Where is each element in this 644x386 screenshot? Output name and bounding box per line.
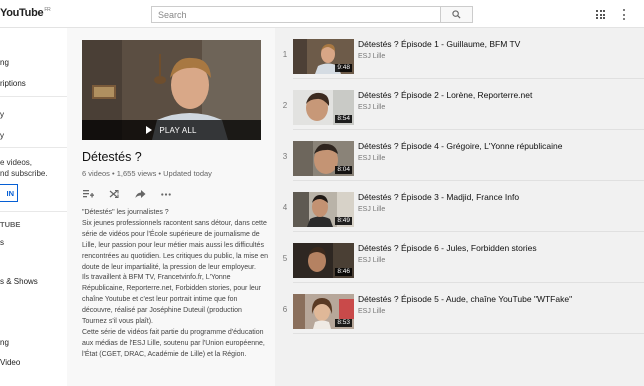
row-divider <box>293 333 644 334</box>
playlist-video-row[interactable]: 4 8:49 Détestés ? Épisode 3 - Madjid, Fr… <box>275 181 644 231</box>
logo-country: FR <box>44 7 51 14</box>
video-thumbnail[interactable]: 8:46 <box>293 243 354 278</box>
playlist-description: "Détestés" les journalistes ? Six jeunes… <box>82 208 268 361</box>
video-channel[interactable]: ESJ Lille <box>358 206 385 213</box>
guide-item-subscriptions[interactable]: riptions <box>0 79 26 88</box>
video-thumbnail[interactable]: 8:54 <box>293 90 354 125</box>
search-input[interactable] <box>151 6 441 23</box>
description-line: "Détestés" les journalistes ? <box>82 209 169 216</box>
playlist-video-row[interactable]: 5 8:46 Détestés ? Épisode 6 - Jules, For… <box>275 232 644 282</box>
playlist-video-row[interactable]: 6 8:53 Détestés ? Épisode 5 - Aude, chaî… <box>275 283 644 333</box>
add-to-queue-icon[interactable] <box>82 188 94 200</box>
guide-divider <box>0 96 67 97</box>
video-index: 1 <box>282 50 288 59</box>
youtube-logo[interactable]: YouTubeFR <box>0 7 51 19</box>
search-box <box>151 6 473 23</box>
video-thumbnail[interactable]: 8:53 <box>293 294 354 329</box>
video-duration: 8:04 <box>335 166 352 174</box>
apps-grid-icon[interactable] <box>596 10 605 19</box>
video-channel[interactable]: ESJ Lille <box>358 53 385 60</box>
guide-item-history[interactable]: y <box>0 131 4 140</box>
video-duration: 8:53 <box>335 319 352 327</box>
video-title[interactable]: Détestés ? Épisode 1 - Guillaume, BFM TV <box>358 39 638 49</box>
video-title[interactable]: Détestés ? Épisode 3 - Madjid, France In… <box>358 192 638 202</box>
video-duration: 8:54 <box>335 115 352 123</box>
description-paragraph: Ils travaillent à BFM TV, Francetvinfo.f… <box>82 274 261 326</box>
video-index: 4 <box>282 203 288 212</box>
play-all-label: PLAY ALL <box>159 125 197 135</box>
playlist-video-list: 1 9:48 Détestés ? Épisode 1 - Guillaume,… <box>275 28 644 386</box>
video-title[interactable]: Détestés ? Épisode 6 - Jules, Forbidden … <box>358 243 638 253</box>
play-icon <box>146 126 153 134</box>
guide-item-trending[interactable]: ng <box>0 58 9 67</box>
search-button[interactable] <box>441 6 473 23</box>
video-title[interactable]: Détestés ? Épisode 4 - Grégoire, L'Yonne… <box>358 141 638 151</box>
sign-in-button[interactable]: IN <box>0 184 18 202</box>
shuffle-icon[interactable] <box>108 188 120 200</box>
playlist-actions <box>82 188 172 200</box>
playlist-video-row[interactable]: 2 8:54 Détestés ? Épisode 2 - Lorène, Re… <box>275 79 644 129</box>
more-horiz-icon[interactable] <box>160 188 172 200</box>
guide-signin-prompt-line2: nd subscribe. <box>0 169 48 178</box>
guide-signin-prompt-line1: e videos, <box>0 158 33 167</box>
playlist-title: Détestés ? <box>82 150 142 164</box>
video-index: 5 <box>282 254 288 263</box>
video-channel[interactable]: ESJ Lille <box>358 257 385 264</box>
video-channel[interactable]: ESJ Lille <box>358 308 385 315</box>
video-thumbnail[interactable]: 8:49 <box>293 192 354 227</box>
play-all-bar[interactable]: PLAY ALL <box>82 120 261 140</box>
guide-section-header: TUBE <box>0 220 21 229</box>
video-thumbnail[interactable]: 8:04 <box>293 141 354 176</box>
playlist-thumbnail[interactable]: PLAY ALL <box>82 40 261 140</box>
guide-item-music[interactable]: s <box>0 238 4 247</box>
guide-item-library[interactable]: y <box>0 110 4 119</box>
playlist-header-panel: PLAY ALL Détestés ? 6 videos • 1,655 vie… <box>67 28 275 386</box>
video-thumbnail[interactable]: 9:48 <box>293 39 354 74</box>
share-icon[interactable] <box>134 188 146 200</box>
video-channel[interactable]: ESJ Lille <box>358 104 385 111</box>
guide-divider <box>0 147 67 148</box>
guide-sidebar: ng riptions y y e videos, nd subscribe. … <box>0 28 67 386</box>
video-index: 3 <box>282 152 288 161</box>
guide-item-360-video[interactable]: Video <box>0 358 20 367</box>
video-title[interactable]: Détestés ? Épisode 2 - Lorène, Reporterr… <box>358 90 638 100</box>
guide-item-movies-shows[interactable]: s & Shows <box>0 277 38 286</box>
video-channel[interactable]: ESJ Lille <box>358 155 385 162</box>
video-index: 6 <box>282 305 288 314</box>
description-paragraph: Six jeunes professionnels racontent sans… <box>82 219 268 271</box>
video-index: 2 <box>282 101 288 110</box>
logo-text[interactable]: YouTube <box>0 7 44 19</box>
playlist-video-row[interactable]: 3 8:04 Détestés ? Épisode 4 - Grégoire, … <box>275 130 644 180</box>
video-duration: 9:48 <box>335 64 352 72</box>
video-duration: 8:49 <box>335 217 352 225</box>
playlist-video-row[interactable]: 1 9:48 Détestés ? Épisode 1 - Guillaume,… <box>275 28 644 78</box>
search-icon <box>452 10 461 19</box>
guide-divider <box>0 211 67 212</box>
description-paragraph: Cette série de vidéos fait partie du pro… <box>82 328 265 358</box>
guide-item-live[interactable]: ng <box>0 338 9 347</box>
video-title[interactable]: Détestés ? Épisode 5 - Aude, chaîne YouT… <box>358 294 638 304</box>
video-duration: 8:46 <box>335 268 352 276</box>
top-bar: YouTubeFR <box>0 0 644 28</box>
more-vert-icon[interactable] <box>622 9 625 20</box>
playlist-stats: 6 videos • 1,655 views • Updated today <box>82 169 212 178</box>
